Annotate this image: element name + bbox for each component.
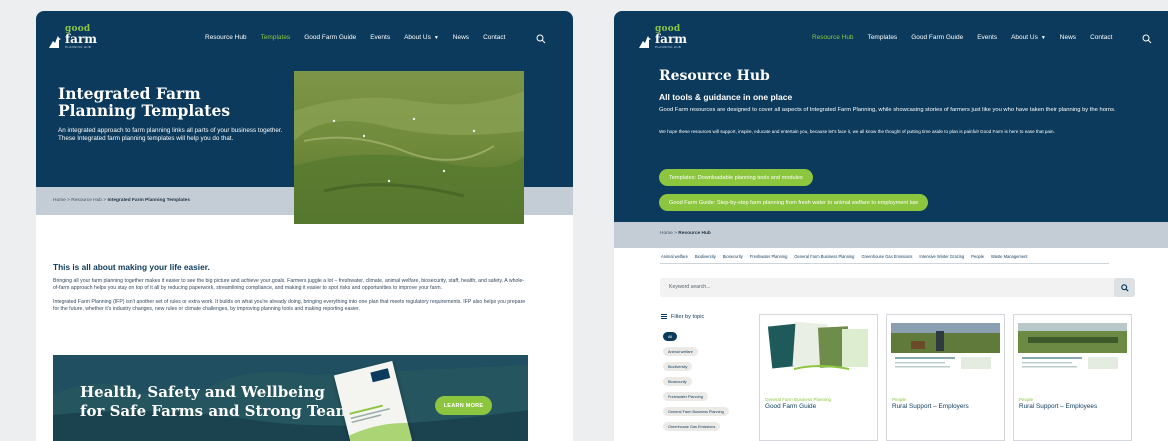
nav-good-farm-guide[interactable]: Good Farm Guide [911,34,963,41]
breadcrumb-current: Integrated Farm Planning Templates [107,198,191,203]
resource-hub-window: good farm PLANNING HUB Resource Hub Temp… [614,11,1168,441]
learn-more-button[interactable]: LEARN MORE [435,396,492,415]
intro-paragraph-2: Integrated Farm Planning (IFP) isn't ano… [53,298,526,313]
hero-paragraph-2: We hope these resources will support, in… [659,129,1055,134]
logo-farm-text: farm [65,32,97,46]
card-category: People [892,397,907,402]
filter-tag[interactable]: Freshwater Planning [663,392,708,401]
page-title: Integrated Farm Planning Templates [58,84,231,120]
filter-tag-all[interactable]: All [663,332,678,341]
filter-tag[interactable]: Animal welfare [663,347,698,356]
nav-events[interactable]: Events [370,34,390,41]
breadcrumb-home[interactable]: Home [53,198,66,203]
main-menu: Resource Hub Templates Good Farm Guide E… [812,11,1126,63]
topic-link[interactable]: Waste Management [991,254,1027,259]
resource-card[interactable]: People Rural Support – Employers [886,314,1005,441]
hero-section: Resource Hub All tools & guidance in one… [614,63,1168,228]
banner-title-line-1: Health, Safety and Wellbeing [80,383,325,401]
nav-about-us-label: About Us [1011,33,1038,41]
hero-description: An integrated approach to farm planning … [58,127,283,143]
good-farm-logo[interactable]: good farm PLANNING HUB [638,25,687,49]
resource-card[interactable]: General Farm Business Planning Good Farm… [759,314,878,441]
nav-news[interactable]: News [453,34,469,41]
logo-farm-text: farm [655,32,687,46]
card-thumbnail [891,319,1000,375]
good-farm-guide-pill-button[interactable]: Good Farm Guide: Step-by-step farm plann… [659,194,929,211]
topic-links-bar: Animal welfare Biodiversity Biosecurity … [661,254,1034,259]
breadcrumb-separator: > [103,198,107,203]
dog-logo-icon [48,35,62,49]
banner-title: Health, Safety and Wellbeing for Safe Fa… [80,383,360,421]
topic-link[interactable]: Animal welfare [661,254,688,259]
card-category: General Farm Business Planning [765,397,832,402]
templates-pill-button[interactable]: Templates: Downloadable planning tools a… [659,169,813,186]
card-title: Rural Support – Employees [1019,403,1098,410]
divider [660,263,1109,264]
hero-hillside-image [294,71,524,224]
banner-title-line-2: for Safe Farms and Strong Teams [80,402,360,420]
card-title: Good Farm Guide [765,403,817,410]
chevron-down-icon: ▼ [433,34,439,41]
breadcrumb-resource-hub[interactable]: Resource Hub [71,198,102,203]
top-nav: good farm PLANNING HUB Resource Hub Temp… [36,11,573,63]
nav-resource-hub[interactable]: Resource Hub [205,34,247,41]
top-nav: good farm PLANNING HUB Resource Hub Temp… [614,11,1168,63]
search-icon[interactable] [536,31,546,44]
breadcrumb-separator: > [674,231,677,236]
chevron-down-icon: ▼ [1040,34,1046,41]
page-title: Resource Hub [659,68,770,84]
health-safety-banner: Health, Safety and Wellbeing for Safe Fa… [53,355,528,441]
page-subtitle: All tools & guidance in one place [659,92,793,102]
nav-contact[interactable]: Contact [483,34,505,41]
breadcrumb-current: Resource Hub [678,231,711,236]
filter-tag[interactable]: General Farm Business Planning [663,407,729,416]
filter-tag[interactable]: Biodiversity [663,362,693,371]
nav-about-us[interactable]: About Us ▼ [404,34,439,41]
nav-templates[interactable]: Templates [868,34,898,41]
filter-heading-label: Filter by topic [671,313,705,320]
nav-templates[interactable]: Templates [261,34,291,41]
nav-contact[interactable]: Contact [1090,34,1112,41]
breadcrumb-separator: > [67,198,70,203]
logo-sub-text: PLANNING HUB [65,45,92,49]
filter-tag[interactable]: Biosecurity [663,377,692,386]
intro-heading: This is all about making your life easie… [53,262,210,272]
filter-tag[interactable]: Greenhouse Gas Emissions [663,422,721,431]
hero-paragraph-1: Good Farm resources are designed to cove… [659,107,1116,113]
intro-section: This is all about making your life easie… [53,262,528,320]
nav-about-us-label: About Us [404,33,431,41]
search-icon [1120,283,1129,292]
nav-events[interactable]: Events [977,34,997,41]
resource-card[interactable]: People Rural Support – Employees [1013,314,1132,441]
breadcrumb: Home > Resource Hub [614,222,1168,248]
nav-good-farm-guide[interactable]: Good Farm Guide [304,34,356,41]
filter-heading: Filter by topic [661,313,704,320]
search-placeholder: Keyword search... [669,284,711,290]
breadcrumb-home[interactable]: Home [660,231,673,236]
main-menu: Resource Hub Templates Good Farm Guide E… [205,11,519,63]
topic-link[interactable]: Intensive Winter Grazing [919,254,964,259]
dog-logo-icon [638,35,652,49]
intro-paragraph-1: Bringing all your farm planning together… [53,278,525,292]
topic-link[interactable]: Greenhouse Gas Emissions [861,254,912,259]
good-farm-logo[interactable]: good farm PLANNING HUB [48,25,97,49]
topic-link[interactable]: Biodiversity [695,254,716,259]
filter-icon [661,313,667,320]
topic-link[interactable]: General Farm Business Planning [794,254,854,259]
logo-sub-text: PLANNING HUB [655,45,682,49]
topic-link[interactable]: Freshwater Planning [750,254,788,259]
search-submit-button[interactable] [1114,278,1135,297]
card-thumbnail [1018,319,1127,375]
nav-news[interactable]: News [1060,34,1076,41]
nav-about-us[interactable]: About Us ▼ [1011,34,1046,41]
nav-resource-hub[interactable]: Resource Hub [812,34,854,41]
search-icon[interactable] [1142,31,1152,44]
topic-link[interactable]: People [971,254,984,259]
card-thumbnail [764,319,873,375]
keyword-search-input[interactable]: Keyword search... [660,278,1134,297]
topic-link[interactable]: Biosecurity [723,254,743,259]
templates-page-window: good farm PLANNING HUB Resource Hub Temp… [36,11,573,441]
card-category: People [1019,397,1034,402]
card-title: Rural Support – Employers [892,403,969,410]
